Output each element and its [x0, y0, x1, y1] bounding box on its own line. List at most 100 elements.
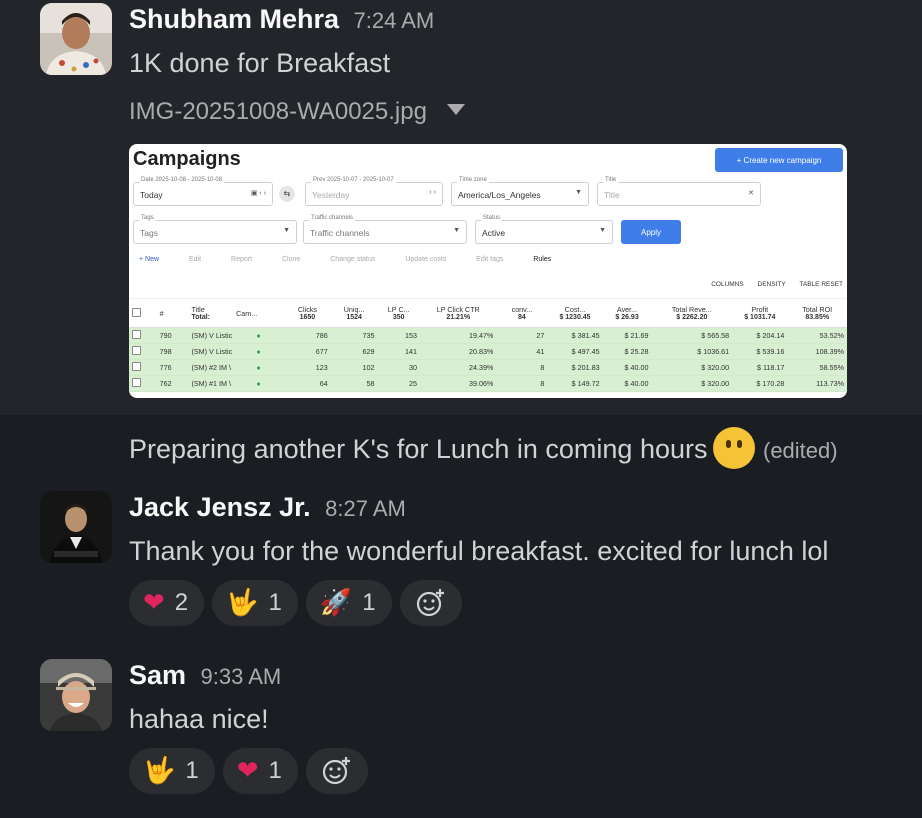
- table-cell: 102: [330, 359, 378, 376]
- shot-columns: COLUMNS: [711, 281, 744, 288]
- table-cell: 141: [377, 343, 420, 360]
- shot-header-revenue: Total Reve...: [671, 305, 712, 314]
- shot-prev-label: Prev 2025-10-07 - 2025-10-07: [311, 177, 396, 183]
- avatar-shubham[interactable]: [40, 3, 112, 75]
- add-emoji-icon: [322, 757, 350, 785]
- table-cell: 25: [377, 375, 420, 392]
- row-checkbox: [129, 343, 157, 360]
- melting-face-icon: [713, 427, 756, 469]
- shot-header-lpctr: LP Click CTR: [436, 305, 480, 314]
- table-cell: 123: [284, 359, 331, 376]
- table-cell: 58: [330, 375, 378, 392]
- reaction-count: 1: [268, 757, 282, 784]
- table-cell: $ 40.00: [602, 375, 652, 392]
- table-cell: $ 320.00: [651, 375, 733, 392]
- shot-create-button: + Create new campaign: [715, 148, 843, 172]
- timestamp[interactable]: 8:27 AM: [325, 496, 406, 521]
- table-cell: $ 497.45: [547, 343, 603, 360]
- shot-header-cell: conv... 84: [496, 298, 548, 328]
- table-cell: 30: [377, 359, 420, 376]
- table-cell: 108.39%: [787, 343, 847, 360]
- reaction-love-you-gesture[interactable]: 🤟 1: [212, 580, 298, 626]
- shot-columns-bar: COLUMNS DENSITY TABLE RESET: [699, 281, 843, 288]
- table-cell: 58.55%: [787, 359, 847, 376]
- table-cell: ●: [233, 327, 285, 344]
- shot-total-label: Total:: [191, 314, 211, 321]
- calendar-icon: ▣ ‹ ›: [250, 190, 266, 197]
- avatar-jack[interactable]: [40, 491, 112, 563]
- shot-prev-field: Prev 2025-10-07 - 2025-10-07 Yesterday ‹…: [305, 177, 443, 206]
- shot-total-uniq: 1524: [346, 314, 362, 321]
- sender-line: Sam 9:33 AM: [129, 660, 281, 691]
- shot-status-label: Status: [481, 215, 503, 221]
- shot-toolbar-new: + New: [139, 256, 160, 263]
- dropdown-icon: ▼: [575, 189, 582, 196]
- shot-header-cell: Profit $ 1031.74: [732, 298, 788, 328]
- shot-total-roi: 83.85%: [805, 314, 830, 321]
- shot-header-cell: LP Click CTR 21.21%: [419, 298, 497, 328]
- message-text: Thank you for the wonderful breakfast. e…: [129, 536, 829, 566]
- table-cell: 64: [284, 375, 331, 392]
- shot-tags-label: Tags: [139, 215, 156, 221]
- table-cell: $ 21.69: [602, 327, 652, 344]
- add-reaction-button[interactable]: [305, 748, 368, 794]
- reaction-rocket[interactable]: 🚀 1: [305, 580, 392, 626]
- table-cell: $ 204.14: [732, 327, 788, 344]
- shot-total-lpctr: 21.21%: [446, 314, 471, 321]
- table-cell: 39.06%: [419, 375, 497, 392]
- shot-header-checkbox: [129, 298, 157, 328]
- shot-title-field: Title Title ✕: [597, 177, 761, 206]
- table-cell: 677: [284, 343, 331, 360]
- shot-total-revenue: $ 2262.20: [676, 314, 708, 321]
- attachment-filename[interactable]: IMG-20251008-WA0025.jpg: [129, 98, 465, 126]
- shot-total-profit: $ 1031.74: [744, 314, 776, 321]
- shot-density: DENSITY: [757, 281, 786, 288]
- shot-toolbar-edit: Edit: [189, 256, 202, 263]
- shot-toolbar: + New Edit Report Clone Change status Up…: [139, 256, 579, 263]
- shot-table-header: # Title Total: Cam... Clicks 1650 Uniq... 1…: [129, 298, 847, 328]
- message-shubham: Shubham Mehra 7:24 AM 1K done for Breakf…: [0, 0, 922, 415]
- table-cell: ●: [233, 343, 285, 360]
- table-row: 798 (SM) V Listic ● 677 629 141 20.83% 41 $ 497.…: [129, 343, 847, 360]
- reaction-bar: ❤ 2 🤟 1 🚀 1: [129, 580, 462, 626]
- sender-name[interactable]: Shubham Mehra: [129, 4, 339, 34]
- reaction-love-you-gesture[interactable]: 🤟 1: [129, 748, 215, 794]
- attachment-image[interactable]: Campaigns + Create new campaign Date 202…: [129, 144, 847, 398]
- reaction-bar: 🤟 1 ❤ 1: [129, 748, 368, 794]
- shot-toolbar-update-costs: Update costs: [405, 256, 447, 263]
- filename-label: IMG-20251008-WA0025.jpg: [129, 98, 427, 125]
- shot-date-label: Date 2025-10-08 - 2025-10-08: [139, 177, 225, 183]
- reaction-heart[interactable]: ❤ 2: [129, 580, 205, 626]
- table-cell: 8: [496, 375, 548, 392]
- clear-icon: ✕: [748, 190, 754, 197]
- table-cell: 786: [284, 327, 331, 344]
- reaction-count: 1: [362, 589, 376, 616]
- avatar-sam[interactable]: [40, 659, 112, 731]
- shot-tags-field: Tags Tags ▼: [133, 215, 297, 244]
- shot-traffic-value: Traffic channels: [310, 228, 370, 238]
- timestamp[interactable]: 7:24 AM: [353, 8, 434, 33]
- table-cell: 20.83%: [419, 343, 497, 360]
- reaction-heart[interactable]: ❤ 1: [222, 748, 298, 794]
- table-cell: 24.39%: [419, 359, 497, 376]
- table-cell: 762: [156, 375, 189, 392]
- shot-header-cell: Aver... $ 26.93: [602, 298, 652, 328]
- shot-header-cell: #: [156, 298, 189, 328]
- table-cell: ●: [233, 359, 285, 376]
- message-jack: Jack Jensz Jr. 8:27 AM Thank you for the…: [0, 490, 922, 630]
- shot-tags-value: Tags: [140, 228, 158, 238]
- sender-name[interactable]: Jack Jensz Jr.: [129, 492, 311, 522]
- shot-total-lpc: 350: [392, 314, 405, 321]
- timestamp[interactable]: 9:33 AM: [201, 664, 282, 689]
- add-reaction-button[interactable]: [399, 580, 462, 626]
- rocket-icon: 🚀: [319, 588, 353, 618]
- shot-campaign-table: # Title Total: Cam... Clicks 1650 Uniq... 1…: [129, 298, 847, 392]
- table-cell: $ 1036.61: [651, 343, 733, 360]
- sender-name[interactable]: Sam: [129, 660, 186, 690]
- chevron-down-icon[interactable]: [446, 104, 465, 116]
- message-text: hahaa nice!: [129, 704, 269, 734]
- edited-label: (edited): [763, 438, 838, 464]
- shot-apply-button: Apply: [621, 220, 681, 244]
- row-checkbox: [129, 359, 157, 376]
- sender-line: Jack Jensz Jr. 8:27 AM: [129, 492, 406, 523]
